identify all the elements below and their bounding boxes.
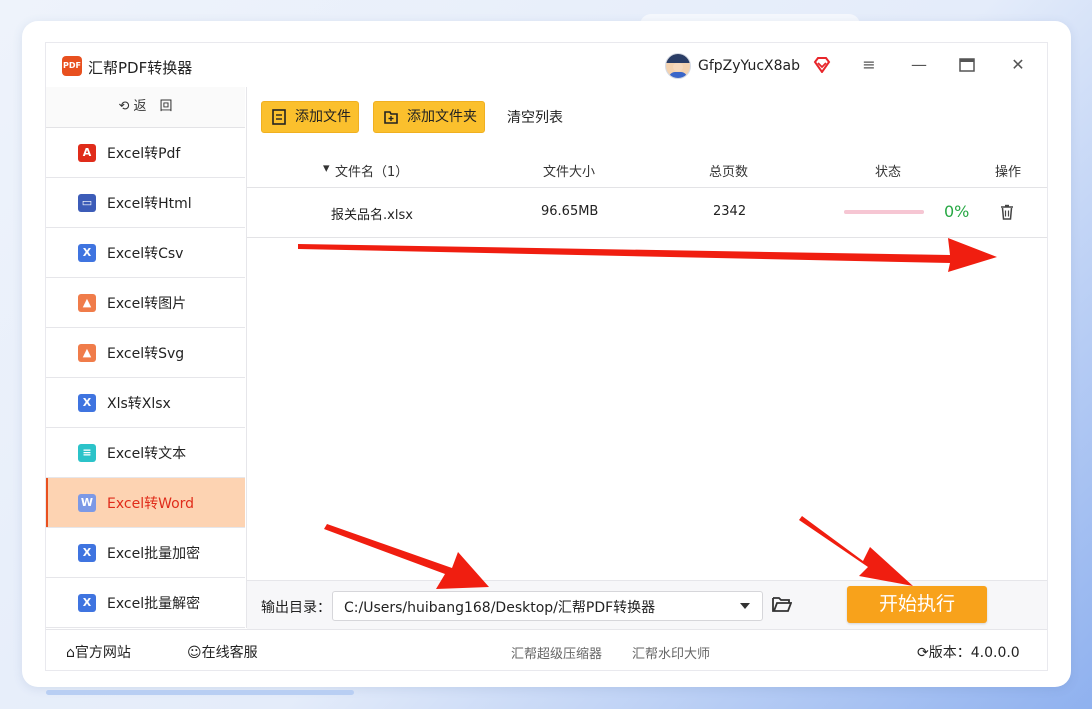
home-icon: ⌂ (66, 645, 75, 661)
sidebar-item-label: Excel转Html (107, 196, 192, 212)
file-size: 96.65MB (541, 204, 599, 219)
col-size: 文件大小 (543, 165, 596, 180)
folder-open-icon[interactable] (772, 595, 792, 613)
background-line (46, 690, 354, 695)
app-title: 汇帮PDF转换器 (88, 59, 193, 77)
back-arrow-icon: ⟲ (118, 99, 134, 114)
add-file-button[interactable]: 添加文件 (261, 101, 359, 133)
sidebar-item-6[interactable]: ≡ Excel转文本 (46, 428, 245, 478)
sidebar-item-label: Xls转Xlsx (107, 396, 171, 412)
col-action: 操作 (995, 165, 1022, 180)
file-name: 报关品名.xlsx (331, 208, 413, 223)
sidebar-item-label: Excel转Csv (107, 246, 184, 262)
minimize-icon[interactable]: — (908, 55, 930, 75)
menu-icon[interactable]: ≡ (858, 55, 880, 75)
xlsx-icon: X (78, 394, 96, 412)
excel-lock-icon: X (78, 544, 96, 562)
app-window: PDF 汇帮PDF转换器 GfpZyYucX8ab ≡ — ✕ ⟲ 返 回 AE… (45, 42, 1048, 671)
sidebar-item-5[interactable]: X Xls转Xlsx (46, 378, 245, 428)
table-row[interactable]: 报关品名.xlsx 96.65MB 2342 0% (247, 188, 1047, 238)
sidebar-item-7[interactable]: W Excel转Word (46, 478, 245, 528)
progress-fill (844, 210, 924, 214)
sidebar: ⟲ 返 回 A Excel转Pdf ▭ Excel转Html X Excel转Csv ▲ Ex… (46, 87, 247, 628)
output-dir-select[interactable]: C:/Users/huibang168/Desktop/汇帮PDF转换器 (332, 591, 763, 621)
output-dir-value: C:/Users/huibang168/Desktop/汇帮PDF转换器 (344, 600, 656, 616)
sidebar-item-label: Excel批量解密 (107, 596, 201, 612)
footer: ⌂官方网站 ☺在线客服 汇帮超级压缩器 汇帮水印大师 ⟳版本：4.0.0.0 (46, 629, 1047, 671)
excel-unlock-icon: X (78, 594, 96, 612)
headset-icon: ☺ (187, 645, 202, 661)
sidebar-item-label: Excel批量加密 (107, 546, 201, 562)
sidebar-item-label: Excel转Word (107, 496, 195, 512)
delete-icon[interactable] (1000, 204, 1014, 220)
sidebar-item-3[interactable]: ▲ Excel转图片 (46, 278, 245, 328)
sidebar-item-2[interactable]: X Excel转Csv (46, 228, 245, 278)
start-button[interactable]: 开始执行 (847, 586, 987, 623)
pdf-icon: A (78, 144, 96, 162)
sidebar-item-label: Excel转文本 (107, 446, 187, 462)
user-avatar[interactable] (665, 53, 691, 79)
sidebar-item-0[interactable]: A Excel转Pdf (46, 128, 245, 178)
support-link[interactable]: ☺在线客服 (187, 642, 258, 662)
sidebar-item-1[interactable]: ▭ Excel转Html (46, 178, 245, 228)
progress-percent: 0% (944, 202, 970, 221)
chevron-down-icon (740, 603, 750, 609)
add-file-icon (272, 109, 286, 125)
csv-icon: X (78, 244, 96, 262)
image-icon: ▲ (78, 294, 96, 312)
add-folder-icon (384, 111, 398, 124)
file-table-header: ▾ 文件名（1） 文件大小 总页数 状态 操作 (247, 151, 1047, 188)
vip-diamond-icon[interactable] (813, 57, 831, 73)
website-link[interactable]: ⌂官方网站 (66, 642, 131, 662)
col-pages: 总页数 (709, 165, 749, 180)
app-logo-icon: PDF (62, 56, 82, 76)
sidebar-item-4[interactable]: ▲ Excel转Svg (46, 328, 245, 378)
version-info[interactable]: ⟳版本：4.0.0.0 (917, 642, 1020, 662)
username[interactable]: GfpZyYucX8ab (698, 58, 800, 74)
word-icon: W (78, 494, 96, 512)
sidebar-item-label: Excel转Svg (107, 346, 185, 362)
add-folder-button[interactable]: 添加文件夹 (373, 101, 485, 133)
close-icon[interactable]: ✕ (1007, 55, 1029, 75)
clear-list-button[interactable]: 清空列表 (507, 107, 563, 127)
page-count: 2342 (713, 204, 747, 219)
sidebar-item-8[interactable]: X Excel批量加密 (46, 528, 245, 578)
col-filename[interactable]: 文件名（1） (335, 161, 408, 180)
title-bar: PDF 汇帮PDF转换器 GfpZyYucX8ab ≡ — ✕ (46, 43, 1047, 87)
watermark-link[interactable]: 汇帮水印大师 (632, 643, 710, 662)
sidebar-item-label: Excel转图片 (107, 296, 187, 312)
refresh-icon: ⟳ (917, 645, 929, 661)
sidebar-item-9[interactable]: X Excel批量解密 (46, 578, 245, 628)
maximize-icon[interactable] (956, 55, 978, 75)
text-icon: ≡ (78, 444, 96, 462)
html-icon: ▭ (78, 194, 96, 212)
svg-image-icon: ▲ (78, 344, 96, 362)
compressor-link[interactable]: 汇帮超级压缩器 (511, 643, 602, 662)
output-dir-label: 输出目录： (261, 600, 331, 616)
progress-bar (844, 210, 924, 214)
sort-icon[interactable]: ▾ (323, 161, 330, 176)
output-bar: 输出目录： C:/Users/huibang168/Desktop/汇帮PDF转… (247, 580, 1047, 629)
col-status: 状态 (875, 165, 902, 180)
sidebar-item-label: Excel转Pdf (107, 146, 181, 162)
back-button[interactable]: ⟲ 返 回 (46, 87, 245, 128)
